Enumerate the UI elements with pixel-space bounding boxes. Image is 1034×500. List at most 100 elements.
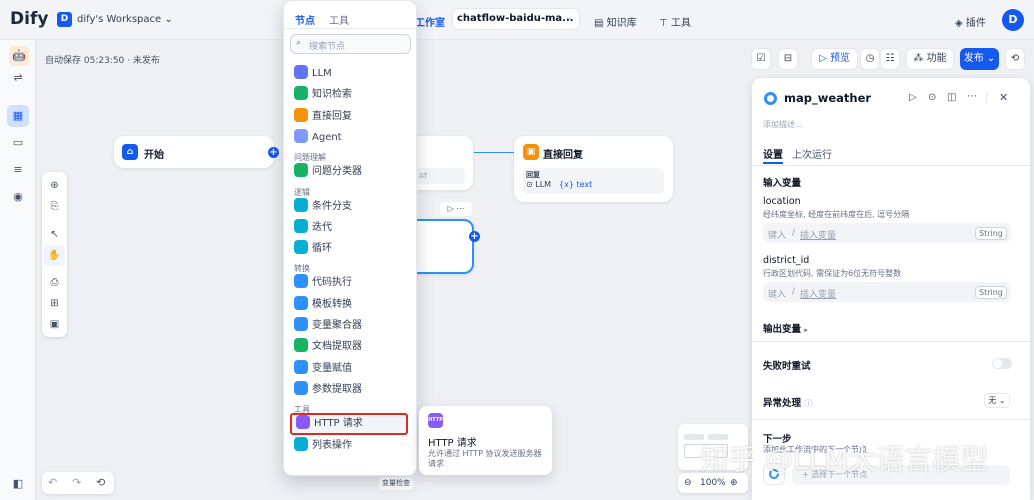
run-icon[interactable]: ▷ [909, 92, 917, 103]
redo-icon[interactable]: ↷ [72, 476, 81, 489]
variable-input[interactable]: 键入 / 插入变量 String [763, 223, 1011, 243]
collapse-sidebar-icon[interactable]: ◧ [7, 473, 29, 495]
menu-item[interactable]: 问题分类器 [294, 163, 406, 181]
restore-icon[interactable]: ⟲ [1005, 48, 1025, 70]
node-type-icon [294, 338, 308, 353]
http-icon: HTTP [428, 413, 443, 428]
terminal-icon[interactable]: ▭ [7, 132, 29, 154]
more-icon[interactable]: ⋯ [967, 91, 977, 102]
slash: / [792, 287, 796, 297]
menu-item[interactable]: 知识检索 [294, 86, 406, 104]
node-type-icon [294, 86, 308, 101]
organize-icon[interactable]: ⊞ [44, 293, 65, 314]
home-icon: ⌂ [122, 144, 138, 160]
logs-icon[interactable]: ≡ [7, 159, 29, 181]
menu-item[interactable]: 变量赋值 [294, 359, 406, 378]
nav-studio[interactable]: 工作室 [415, 14, 445, 29]
start-node[interactable]: ⌂ 开始 [114, 136, 274, 168]
tab-nodes[interactable]: 节点 [295, 12, 315, 27]
minimap-icon[interactable]: ▣ [44, 314, 65, 335]
type-placeholder: 键入 [768, 231, 787, 241]
node-actions[interactable]: ▷ ⋯ [440, 202, 472, 216]
nav-plugins-label: 插件 [965, 18, 986, 29]
nav-tools[interactable]: ⊤ 工具 [659, 14, 691, 29]
book-icon: ▤ [594, 18, 604, 29]
divider [752, 341, 1030, 342]
exception-select[interactable]: 无 ⌄ [984, 393, 1010, 408]
menu-item[interactable]: 条件分支 [294, 197, 406, 216]
menu-item[interactable]: 变量聚合器 [294, 317, 406, 335]
retry-toggle[interactable] [992, 358, 1012, 369]
tab-indicator [763, 162, 783, 164]
node-type-icon [294, 107, 308, 122]
history-icon[interactable]: ⟲ [96, 476, 105, 489]
menu-item[interactable]: 文档提取器 [294, 338, 406, 356]
tab-tools[interactable]: 工具 [329, 12, 349, 27]
menu-item[interactable]: 列表操作 [294, 436, 406, 455]
output-vars-toggle[interactable]: 输出变量 ▸ [763, 321, 808, 335]
dify-logo[interactable]: Dify [10, 9, 48, 29]
node-settings-panel: map_weather ▷ ⊙ ◫ ⋯ ✕ 添加描述... 设置 上次运行 输入… [752, 78, 1030, 500]
help-icon[interactable]: ⊙ [928, 92, 936, 103]
menu-item[interactable]: 循环 [294, 240, 406, 258]
panel-toggle-icon[interactable]: ◫ [947, 92, 956, 103]
description-input[interactable]: 添加描述... [763, 119, 803, 130]
monitor-icon[interactable]: ◉ [7, 186, 29, 208]
exception-label: 异常处理 ⓘ [763, 395, 812, 409]
divider [986, 92, 987, 104]
var-name: location [763, 196, 801, 207]
workspace-badge[interactable]: D [57, 12, 72, 27]
note-icon[interactable]: ⎘ [44, 196, 65, 217]
tab-settings[interactable]: 设置 [763, 146, 783, 161]
menu-item[interactable]: 参数提取器 [294, 380, 406, 399]
search-input[interactable]: ⌕ 搜索节点 [290, 34, 411, 54]
variable-input[interactable]: 键入 / 插入变量 String [763, 282, 1011, 302]
menu-item[interactable]: 迭代 [294, 218, 406, 237]
checklist-icon[interactable]: ☷ [880, 48, 900, 70]
zoom-out-icon[interactable]: ⊖ [684, 473, 692, 493]
history-icon[interactable]: ◷ [860, 48, 880, 70]
node-type-icon [294, 295, 308, 310]
tool-icon [764, 92, 777, 105]
orchestrate-icon[interactable]: ▦ [7, 105, 29, 127]
checklist-icon[interactable]: ☑ [751, 48, 771, 70]
pointer-icon[interactable]: ↖ [44, 224, 65, 245]
nav-plugins[interactable]: ◈ 插件 [955, 14, 986, 29]
add-next-handle[interactable]: + [268, 147, 279, 158]
features-button[interactable]: ⁂ 功能 [906, 48, 954, 70]
menu-category: 逻辑 [294, 187, 310, 197]
hand-icon[interactable]: ✋ [44, 245, 65, 266]
menu-item[interactable]: HTTP 请求 [290, 413, 408, 436]
menu-item[interactable]: 代码执行 [294, 274, 406, 292]
answer-node[interactable]: ▣ 直接回复 回复 ⊙ LLM {x} text [514, 136, 673, 202]
node-type-icon [294, 65, 308, 79]
menu-item[interactable]: Agent [294, 128, 406, 147]
avatar[interactable]: D [1002, 9, 1024, 31]
answer-content: 回复 ⊙ LLM {x} text [523, 168, 664, 194]
menu-item-label: 问题分类器 [312, 166, 362, 178]
export-image-icon[interactable]: ⎙ [44, 272, 65, 293]
env-icon[interactable]: ⊟ [778, 48, 798, 70]
add-next-handle[interactable]: + [469, 231, 480, 242]
menu-item[interactable]: 直接回复 [294, 107, 406, 126]
undo-icon[interactable]: ↶ [48, 476, 57, 489]
close-icon[interactable]: ✕ [999, 91, 1008, 104]
exception-text: 异常处理 [763, 398, 802, 409]
variable-check-button[interactable]: 变量检查 [379, 477, 413, 490]
menu-item[interactable]: 模板转换 [294, 295, 406, 314]
add-node-icon[interactable]: ⊕ [44, 175, 65, 196]
llm-ref-label: LLM [535, 180, 552, 189]
cube-icon: ◈ [955, 18, 963, 29]
nav-knowledge[interactable]: ▤ 知识库 [594, 14, 637, 29]
sliders-icon[interactable]: ⇌ [7, 67, 29, 89]
input-vars-label: 输入变量 [763, 178, 802, 189]
preview-button[interactable]: ▷ 预览 [811, 48, 858, 70]
workspace-switcher[interactable]: dify's Workspace ⌄ [77, 14, 173, 25]
app-icon[interactable]: 🤖 [9, 46, 29, 66]
menu-item[interactable]: LLM [294, 65, 406, 83]
tab-last-run[interactable]: 上次运行 [792, 146, 832, 161]
answer-llm-ref: ⊙ LLM [526, 180, 552, 189]
menu-item-label: 条件分支 [312, 200, 352, 212]
publish-button[interactable]: 发布 ⌄ [960, 48, 999, 70]
panel-title[interactable]: map_weather [784, 91, 871, 105]
